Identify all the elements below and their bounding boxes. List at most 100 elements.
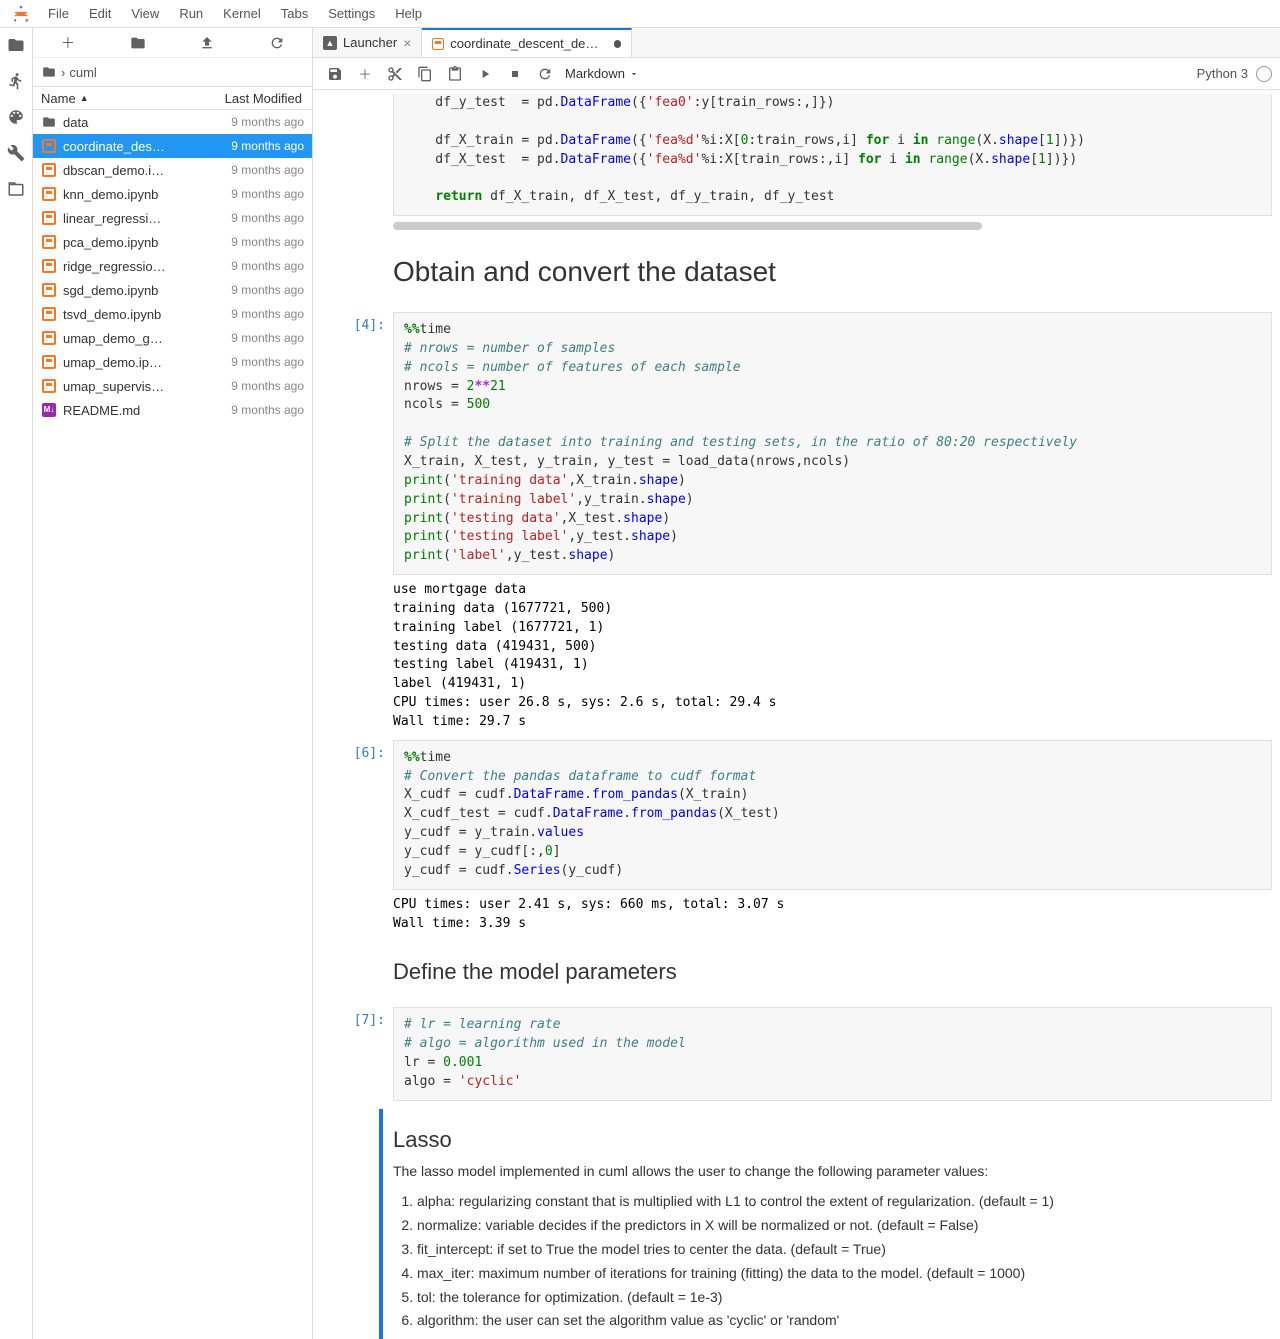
- cell-prompt: [7]:: [321, 1007, 393, 1100]
- cut-icon[interactable]: [381, 62, 409, 86]
- cell-prompt: [6]:: [321, 740, 393, 934]
- menu-file[interactable]: File: [38, 2, 79, 25]
- run-icon[interactable]: [471, 62, 499, 86]
- code-input[interactable]: %%time # Convert the pandas dataframe to…: [393, 740, 1272, 890]
- markdown-cell-active[interactable]: Lasso The lasso model implemented in cum…: [321, 1105, 1272, 1339]
- menu-view[interactable]: View: [121, 2, 169, 25]
- file-name: dbscan_demo.i…: [63, 163, 204, 178]
- code-cell[interactable]: [6]: %%time # Convert the pandas datafra…: [321, 736, 1272, 938]
- menu-edit[interactable]: Edit: [79, 2, 121, 25]
- code-cell[interactable]: [4]: %%time # nrows = number of samples …: [321, 308, 1272, 736]
- menu-kernel[interactable]: Kernel: [213, 2, 271, 25]
- launcher-icon: ▲: [323, 36, 337, 50]
- copy-icon[interactable]: [411, 62, 439, 86]
- file-item[interactable]: M↓README.md9 months ago: [33, 398, 312, 422]
- notebook-icon: [41, 258, 57, 274]
- code-input[interactable]: %%time # nrows = number of samples # nco…: [393, 312, 1272, 575]
- notebook-icon: [41, 354, 57, 370]
- file-item[interactable]: ridge_regressio…9 months ago: [33, 254, 312, 278]
- cell-output: use mortgage data training data (1677721…: [393, 575, 1272, 732]
- refresh-icon[interactable]: [269, 35, 285, 51]
- upload-icon[interactable]: [199, 35, 215, 51]
- new-launcher-icon[interactable]: ＋: [60, 35, 76, 51]
- file-name: README.md: [63, 403, 204, 418]
- file-name: pca_demo.ipynb: [63, 235, 204, 250]
- list-item: tol: the tolerance for optimization. (de…: [417, 1286, 1272, 1310]
- cell-output: CPU times: user 2.41 s, sys: 660 ms, tot…: [393, 890, 1272, 934]
- activity-bar: [0, 28, 33, 1339]
- notebook-icon: [41, 138, 57, 154]
- list-item: alpha: regularizing constant that is mul…: [417, 1190, 1272, 1214]
- code-cell[interactable]: [7]: # lr = learning rate # algo = algor…: [321, 1003, 1272, 1104]
- list-item: algorithm: the user can set the algorith…: [417, 1309, 1272, 1333]
- code-input[interactable]: # lr = learning rate # algo = algorithm …: [393, 1007, 1272, 1100]
- notebook[interactable]: df_y_test = pd.DataFrame({'fea0':y[train…: [313, 90, 1280, 1339]
- file-item[interactable]: coordinate_des…9 months ago: [33, 134, 312, 158]
- commands-icon[interactable]: [7, 108, 25, 126]
- paragraph: The lasso model implemented in cuml allo…: [393, 1161, 1272, 1183]
- file-item[interactable]: pca_demo.ipynb9 months ago: [33, 230, 312, 254]
- restart-icon[interactable]: [531, 62, 559, 86]
- kernel-status-icon[interactable]: [1256, 66, 1272, 82]
- folder-icon: [41, 65, 57, 79]
- file-item[interactable]: linear_regressi…9 months ago: [33, 206, 312, 230]
- insert-cell-icon[interactable]: ＋: [351, 62, 379, 86]
- notebook-icon: [41, 306, 57, 322]
- file-item[interactable]: umap_demo_g…9 months ago: [33, 326, 312, 350]
- paste-icon[interactable]: [441, 62, 469, 86]
- tab-bar: ▲Launcher× coordinate_descent_demo.i: [313, 28, 1280, 58]
- notebook-toolbar: ＋ Markdown Python 3: [313, 58, 1280, 90]
- code-cell[interactable]: df_y_test = pd.DataFrame({'fea0':y[train…: [321, 90, 1272, 234]
- file-modified: 9 months ago: [204, 283, 304, 297]
- file-toolbar: ＋: [33, 28, 312, 58]
- menu-run[interactable]: Run: [169, 2, 213, 25]
- file-item[interactable]: umap_supervis…9 months ago: [33, 374, 312, 398]
- cell-prompt: [321, 94, 393, 230]
- file-item[interactable]: data9 months ago: [33, 110, 312, 134]
- tab-label: coordinate_descent_demo.i: [450, 36, 607, 51]
- tab[interactable]: coordinate_descent_demo.i: [422, 28, 632, 57]
- file-name: tsvd_demo.ipynb: [63, 307, 204, 322]
- menu-settings[interactable]: Settings: [318, 2, 385, 25]
- file-item[interactable]: knn_demo.ipynb9 months ago: [33, 182, 312, 206]
- tabs-icon[interactable]: [7, 180, 25, 198]
- file-item[interactable]: umap_demo.ip…9 months ago: [33, 350, 312, 374]
- close-icon[interactable]: ×: [403, 35, 411, 51]
- markdown-cell[interactable]: Obtain and convert the dataset: [321, 234, 1272, 308]
- new-folder-icon[interactable]: [130, 35, 146, 51]
- file-list-header[interactable]: Name ▲ Last Modified: [33, 86, 312, 110]
- tab[interactable]: ▲Launcher×: [313, 28, 422, 57]
- horizontal-scrollbar[interactable]: [393, 222, 982, 230]
- notebook-icon: [41, 210, 57, 226]
- menu-tabs[interactable]: Tabs: [271, 2, 318, 25]
- jupyter-logo: [10, 3, 32, 25]
- notebook-icon: [41, 162, 57, 178]
- breadcrumb[interactable]: › cuml: [33, 58, 312, 86]
- file-name: sgd_demo.ipynb: [63, 283, 204, 298]
- tools-icon[interactable]: [7, 144, 25, 162]
- list-item: fit_intercept: if set to True the model …: [417, 1238, 1272, 1262]
- file-browser-icon[interactable]: [7, 36, 25, 54]
- cell-type-select[interactable]: Markdown: [561, 64, 643, 83]
- chevron-down-icon: [629, 69, 639, 79]
- file-item[interactable]: sgd_demo.ipynb9 months ago: [33, 278, 312, 302]
- file-name: umap_demo_g…: [63, 331, 204, 346]
- file-name: umap_supervis…: [63, 379, 204, 394]
- file-name: coordinate_des…: [63, 139, 204, 154]
- file-item[interactable]: tsvd_demo.ipynb9 months ago: [33, 302, 312, 326]
- file-modified: 9 months ago: [204, 331, 304, 345]
- code-input[interactable]: df_y_test = pd.DataFrame({'fea0':y[train…: [393, 94, 1272, 216]
- notebook-icon: [41, 186, 57, 202]
- notebook-icon: [41, 330, 57, 346]
- running-icon[interactable]: [7, 72, 25, 90]
- menu-help[interactable]: Help: [385, 2, 432, 25]
- file-name: ridge_regressio…: [63, 259, 204, 274]
- kernel-name[interactable]: Python 3: [1197, 66, 1254, 81]
- file-name: data: [63, 115, 204, 130]
- breadcrumb-part[interactable]: cuml: [69, 65, 96, 80]
- cell-prompt: [4]:: [321, 312, 393, 732]
- save-icon[interactable]: [321, 62, 349, 86]
- stop-icon[interactable]: [501, 62, 529, 86]
- file-item[interactable]: dbscan_demo.i…9 months ago: [33, 158, 312, 182]
- markdown-cell[interactable]: Define the model parameters: [321, 937, 1272, 1003]
